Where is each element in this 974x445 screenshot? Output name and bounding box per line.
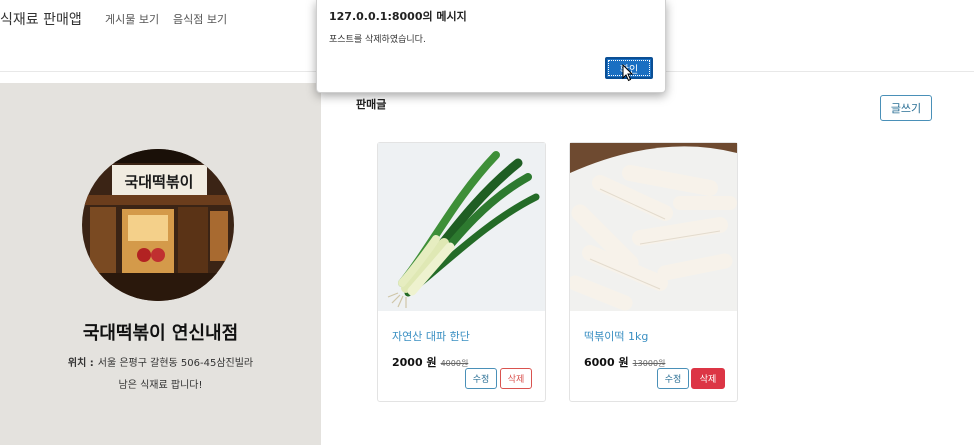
product-title[interactable]: 떡볶이떡 1kg [584,328,648,344]
nav-link-posts[interactable]: 게시물 보기 [105,11,159,27]
old-price: 4000원 [440,359,469,368]
brand-title[interactable]: 식재료 판매앱 [0,9,82,29]
green-onion-image [378,143,545,311]
price-value: 2000 원 [392,356,437,369]
dialog-message: 포스트를 삭제하였습니다. [329,35,426,45]
shop-profile-sidebar: 국대떡볶이 국대떡볶이 연신내점 위치 : 서울 은평구 갈현동 506-45삼진… [0,83,321,445]
shop-photo: 국대떡볶이 [82,149,234,301]
write-post-button[interactable]: 글쓰기 [880,95,932,121]
edit-button[interactable]: 수정 [657,368,689,389]
rice-cake-image [570,143,737,311]
price-value: 6000 원 [584,356,629,369]
dialog-title: 127.0.0.1:8000의 메시지 [329,10,467,23]
edit-button[interactable]: 수정 [465,368,497,389]
delete-button[interactable]: 삭제 [691,368,725,389]
product-price: 6000 원 13000원 [584,354,665,370]
product-price: 2000 원 4000원 [392,354,468,370]
mouse-cursor-icon [622,63,634,86]
location-value: 서울 은평구 갈현동 506-45삼진빌라 [97,358,254,369]
location-label: 위치 : [67,358,94,369]
section-title: 판매글 [356,98,387,111]
product-title[interactable]: 자연산 대파 한단 [392,328,470,344]
product-card: 자연산 대파 한단 2000 원 4000원 수정 삭제 [377,142,546,402]
delete-button[interactable]: 삭제 [500,368,532,389]
product-card: 떡볶이떡 1kg 6000 원 13000원 수정 삭제 [569,142,738,402]
nav-link-restaurants[interactable]: 음식점 보기 [173,11,227,27]
shop-location: 위치 : 서울 은평구 갈현동 506-45삼진빌라 [0,354,321,369]
shop-name: 국대떡볶이 연신내점 [82,323,239,344]
shop-sign-text: 국대떡볶이 [124,173,193,191]
old-price: 13000원 [632,359,666,368]
shop-description: 남은 식재료 팝니다! [118,380,203,391]
alert-dialog: 127.0.0.1:8000의 메시지 포스트를 삭제하였습니다. 확인 [316,0,666,93]
